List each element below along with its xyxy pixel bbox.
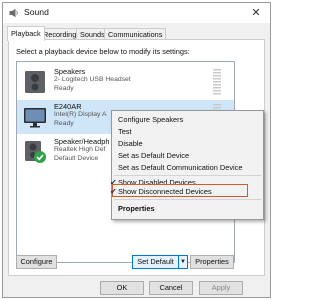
cancel-button[interactable]: Cancel (149, 281, 193, 295)
menu-item-test[interactable]: Test (118, 127, 132, 136)
menu-separator (114, 175, 261, 176)
menu-item-disable[interactable]: Disable (118, 139, 143, 148)
close-button[interactable]: ✕ (248, 5, 264, 21)
properties-button[interactable]: Properties (190, 255, 234, 269)
device-description: Realtek High Def (54, 146, 106, 153)
menu-item-set-default-communication[interactable]: Set as Default Communication Device (118, 163, 242, 172)
menu-item-show-disconnected[interactable]: Show Disconnected Devices (118, 187, 212, 196)
device-item-speakers[interactable]: Speakers 2- Logitech USB Headset Ready (17, 65, 234, 99)
device-status: Ready (54, 120, 74, 127)
menu-separator (114, 199, 261, 200)
menu-item-configure-speakers[interactable]: Configure Speakers (118, 115, 183, 124)
device-name: E240AR (54, 102, 82, 111)
configure-button[interactable]: Configure (16, 255, 57, 269)
speaker-default-icon (25, 141, 46, 163)
volume-meter (213, 69, 221, 96)
tab-playback[interactable]: Playback (7, 26, 45, 41)
menu-item-set-default-device[interactable]: Set as Default Device (118, 151, 189, 160)
device-status: Ready (54, 85, 74, 92)
context-menu: Configure Speakers Test Disable Set as D… (110, 110, 264, 220)
menu-item-properties[interactable]: Properties (118, 204, 155, 213)
dropdown-arrow-icon[interactable]: ▼ (178, 256, 187, 268)
instruction-text: Select a playback device below to modify… (16, 47, 190, 56)
monitor-icon (24, 108, 46, 128)
device-description: 2- Logitech USB Headset (54, 76, 131, 83)
device-status: Default Device (54, 155, 99, 162)
device-description: Intel(R) Display A (54, 111, 107, 118)
speaker-device-icon (25, 71, 45, 93)
checkmark-icon: ✔ (110, 187, 117, 196)
apply-button[interactable]: Apply (199, 281, 243, 295)
set-default-button[interactable]: Set Default (133, 256, 178, 268)
tab-bar: Playback Recording Sounds Communications (3, 25, 270, 41)
sound-dialog: Sound ✕ Playback Recording Sounds Commun… (2, 2, 271, 298)
ok-button[interactable]: OK (100, 281, 144, 295)
title-bar: Sound ✕ (3, 3, 270, 23)
device-name: Speaker/Headph (54, 137, 110, 146)
speaker-icon (9, 8, 18, 18)
set-default-split-button[interactable]: Set Default ▼ (132, 255, 188, 269)
device-name: Speakers (54, 67, 86, 76)
window-title: Sound (24, 7, 49, 17)
